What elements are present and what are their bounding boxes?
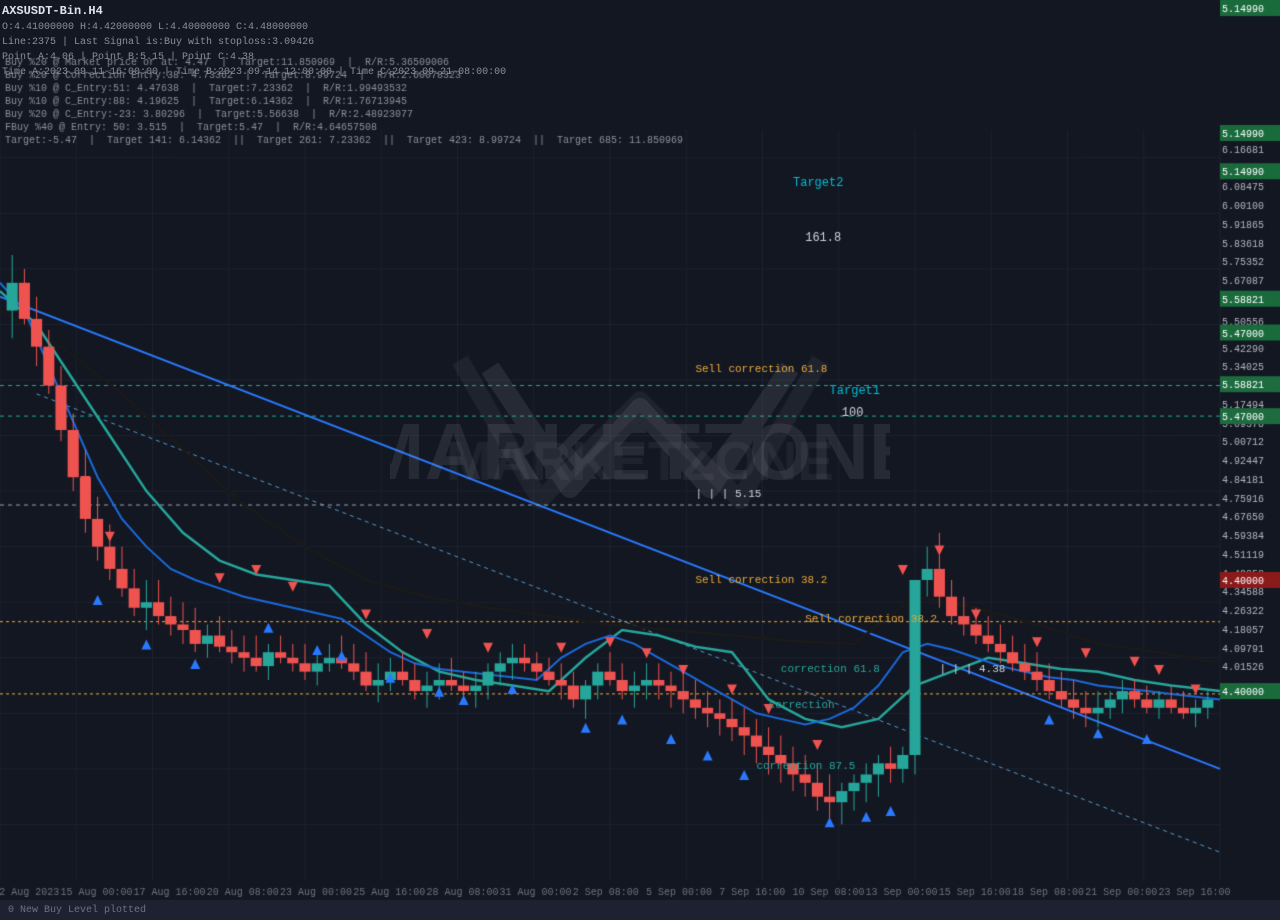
ticker-symbol: AXSUSDT-Bin.H4 xyxy=(2,2,506,20)
status-bar: 0 New Buy Level plotted xyxy=(0,900,1280,920)
price-axis xyxy=(1220,0,1280,920)
chart-canvas xyxy=(0,0,1280,920)
ohlc-info: O:4.41000000 H:4.42000000 L:4.40000000 C… xyxy=(2,20,506,35)
header-info: AXSUSDT-Bin.H4 O:4.41000000 H:4.42000000… xyxy=(2,2,506,80)
chart-container: MARKETZONE AXSUSDT-Bin.H4 O:4.41000000 H… xyxy=(0,0,1280,920)
time-info: Time A:2023.09.11-16:00:00 | Time B:2023… xyxy=(2,65,506,80)
time-axis xyxy=(0,880,1230,900)
status-text: 0 New Buy Level plotted xyxy=(8,905,146,916)
line-signal: Line:2375 | Last Signal is:Buy with stop… xyxy=(2,35,506,50)
point-info: Point A:4.06 | Point B:5.15 | Point C:4.… xyxy=(2,50,506,65)
